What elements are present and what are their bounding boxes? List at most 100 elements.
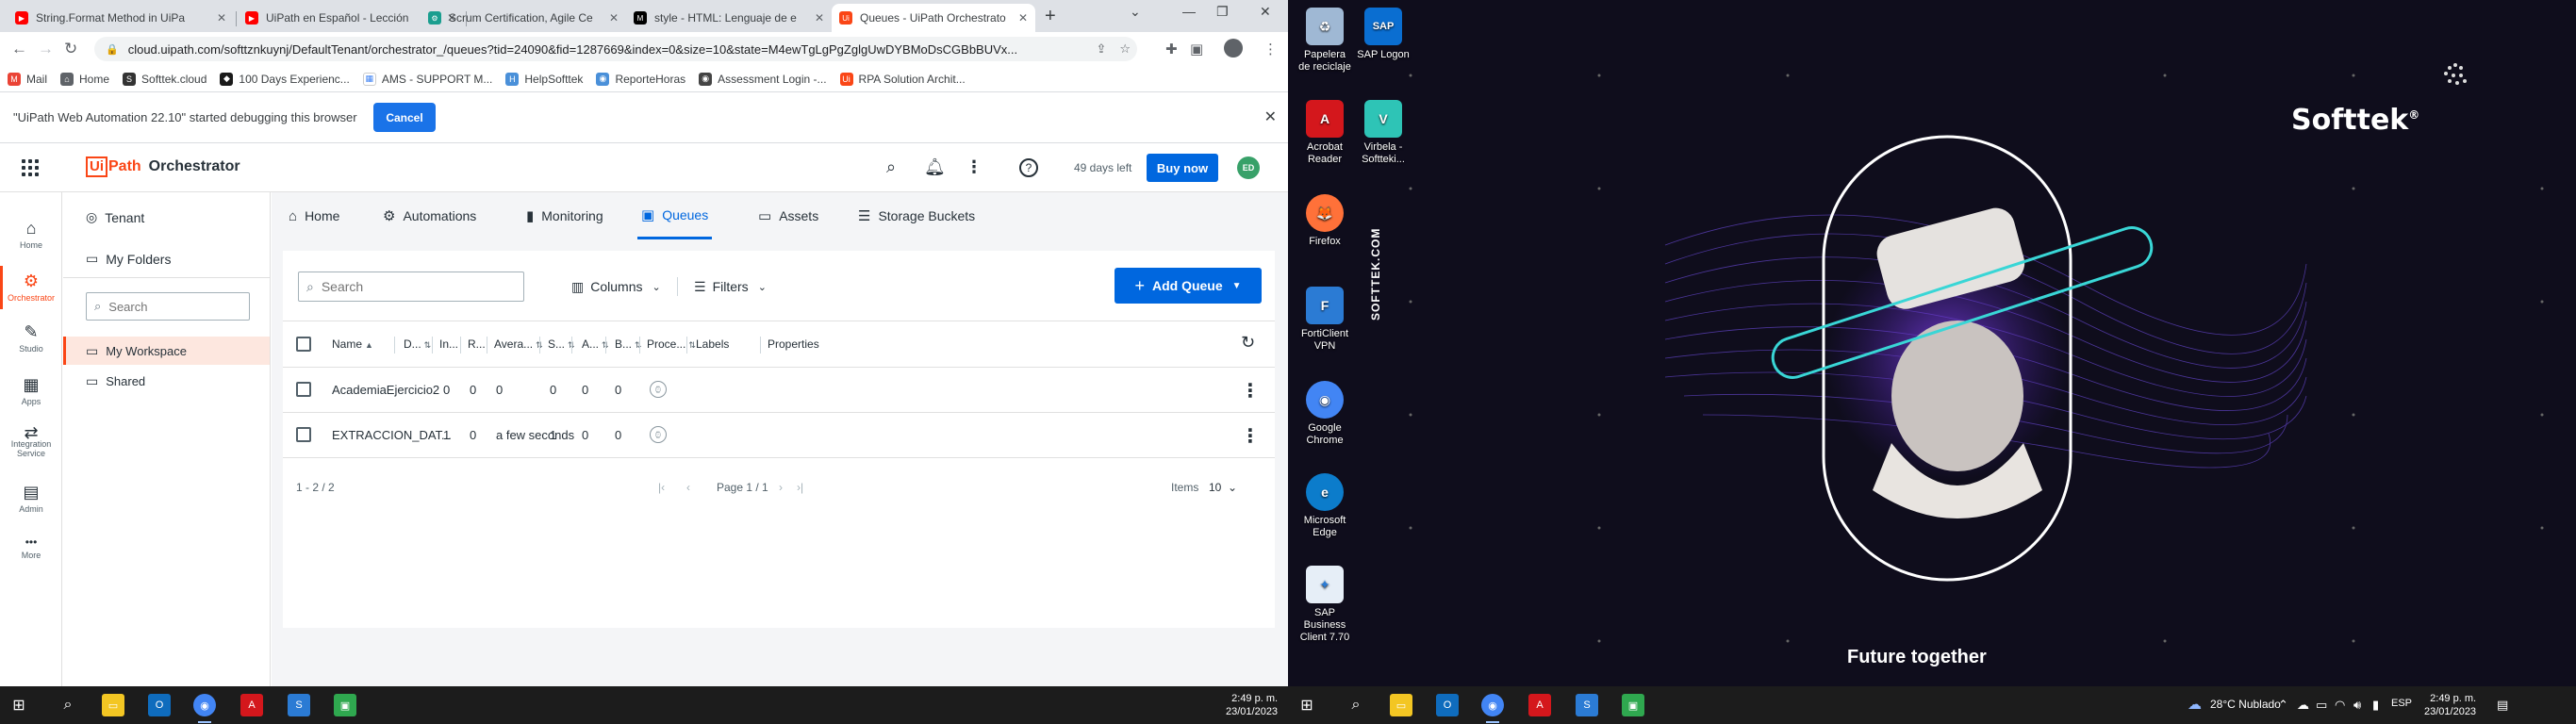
chrome-icon[interactable]: ◉ [1481,694,1504,716]
row-actions-icon[interactable]: ⋮ [1241,424,1260,448]
browser-tab-1[interactable]: ▶ String.Format Method in UiPa ✕ [8,4,234,32]
col-labels[interactable]: Labels [696,337,729,351]
table-row[interactable]: EXTRACCION_DAT... 1 0 a few seconds 1 0 … [283,413,1275,458]
tab-home[interactable]: ⌂ Home [289,192,339,239]
desktop-icon-acrobat[interactable]: A Acrobat Reader [1297,100,1352,166]
queue-name[interactable]: EXTRACCION_DAT... [332,428,452,442]
bookmark-rpa-solution[interactable]: Ui RPA Solution Archit... [839,72,966,86]
row-actions-icon[interactable]: ⋮ [1241,379,1260,403]
folder-search-box[interactable]: ⌕ [86,292,250,321]
volume-icon[interactable]: 🔊︎ [2353,698,2361,713]
reload-icon[interactable]: ↻ [64,40,77,58]
cancel-debug-button[interactable]: Cancel [373,103,436,132]
acrobat-icon[interactable]: A [240,694,263,716]
bookmark-softtek-cloud[interactable]: S Softtek.cloud [123,72,206,86]
file-explorer-icon[interactable]: ▭ [1390,694,1412,716]
browser-tab-4[interactable]: M style - HTML: Lenguaje de e ✕ [626,4,832,32]
folder-shared[interactable]: ▭ Shared [86,373,145,389]
column-resizer[interactable] [394,337,395,354]
desktop-icon-forticlient[interactable]: F FortiClient VPN [1297,287,1352,353]
col-average-time[interactable]: Avera...⇅ [494,337,543,351]
bookmark-home[interactable]: ⌂ Home [60,72,109,86]
user-avatar[interactable]: ED [1237,156,1260,179]
cloud-sync-icon[interactable]: ☁ [2297,698,2309,713]
col-processes[interactable]: Proce... ⇅ [647,337,696,351]
app-launcher-icon[interactable] [22,159,39,176]
column-resizer[interactable] [539,337,540,354]
columns-button[interactable]: ▥ Columns ⌄ [571,273,661,300]
close-infobar-icon[interactable]: ✕ [1264,107,1277,126]
uipath-assistant-icon[interactable]: ▣ [1622,694,1644,716]
tab-assets[interactable]: ▭ Assets [758,192,818,239]
rail-more[interactable]: ••• More [0,535,62,560]
clock-area[interactable]: 2:49 p. m. 23/01/2023 [1226,692,1278,718]
chrome-menu-icon[interactable]: ⋮ [1263,41,1278,58]
first-page-icon[interactable]: |‹ [658,481,665,494]
bookmark-reportehoras[interactable]: ◉ ReporteHoras [596,72,685,86]
close-window-icon[interactable]: ✕ [1260,4,1271,20]
desktop-icon-edge[interactable]: e Microsoft Edge [1297,473,1352,539]
col-remaining[interactable]: R... [468,337,486,351]
clock-area[interactable]: 2:49 p. m. 23/01/2023 [2424,692,2476,718]
desktop-icon-sap-business-client[interactable]: ✦ SAP Business Client 7.70 [1297,566,1352,644]
bookmark-assessment[interactable]: ◉ Assessment Login -... [699,72,827,86]
tab-queues[interactable]: ▣ Queues [637,192,713,239]
desktop-icon-firefox[interactable]: 🦊 Firefox [1297,194,1352,248]
tab-storage-buckets[interactable]: ☰ Storage Buckets [858,192,975,239]
side-panel-icon[interactable]: ▣ [1190,41,1203,58]
search-icon[interactable]: ⌕ [886,157,896,177]
bookmark-helpsofttek[interactable]: H HelpSofttek [505,72,583,86]
close-tab-icon[interactable]: ✕ [609,11,619,25]
chevron-up-icon[interactable]: ⌃ [2278,698,2288,713]
desktop-icon-chrome[interactable]: ◉ Google Chrome [1297,381,1352,447]
maximize-icon[interactable]: ❐ [1216,4,1229,20]
col-name[interactable]: Name ▲ [332,337,373,351]
table-row[interactable]: AcademiaEjercicio2 0 0 0 0 0 0 ⌚︎ ⋮ [283,368,1275,413]
close-tab-icon[interactable]: ✕ [815,11,824,25]
items-per-page-select[interactable]: 10 ⌄ [1209,481,1237,494]
language-indicator[interactable]: ESP [2391,698,2412,709]
tab-monitoring[interactable]: ▮ Monitoring [526,192,603,239]
battery-icon[interactable]: ▮ [2372,698,2379,713]
bookmark-100-days[interactable]: ◆ 100 Days Experienc... [220,72,350,86]
uipath-studio-icon[interactable]: S [288,694,310,716]
back-icon[interactable]: ← [11,40,27,58]
display-icon[interactable]: ▭ [2316,698,2327,713]
uipath-studio-icon[interactable]: S [1576,694,1598,716]
forward-icon[interactable]: → [38,40,54,58]
outlook-icon[interactable]: O [148,694,171,716]
bookmark-ams[interactable]: ▦ AMS - SUPPORT M... [362,72,492,86]
notifications-bell-icon[interactable]: 🔔︎ [924,157,946,177]
uipath-logo[interactable]: Ui Path Orchestrator [86,156,240,177]
column-resizer[interactable] [460,337,461,354]
column-resizer[interactable] [686,337,687,354]
file-explorer-icon[interactable]: ▭ [102,694,124,716]
rail-orchestrator[interactable]: ⚙ Orchestrator [0,272,62,303]
rail-admin[interactable]: ▤ Admin [0,483,62,514]
uipath-assistant-icon[interactable]: ▣ [334,694,356,716]
bookmark-star-icon[interactable]: ☆ [1119,41,1131,57]
tenant-item[interactable]: ◎ Tenant [86,209,144,225]
windows-start-icon[interactable]: ⊞ [1296,694,1318,716]
help-icon[interactable]: ? [1019,158,1038,177]
row-checkbox[interactable] [296,427,311,442]
refresh-icon[interactable]: ↻ [1241,333,1255,353]
bookmark-mail[interactable]: M Mail [8,72,47,86]
col-in-progress[interactable]: In... [439,337,458,351]
search-icon[interactable]: ⌕ [57,694,79,716]
more-options-icon[interactable]: ⋮ [966,157,983,177]
col-properties[interactable]: Properties [768,337,819,351]
profile-avatar[interactable] [1224,39,1243,58]
rail-home[interactable]: ⌂ Home [0,219,62,250]
select-all-checkbox[interactable] [296,337,311,352]
add-queue-button[interactable]: + Add Queue ▼ [1115,268,1262,304]
desktop-icon-recycle-bin[interactable]: ♻ Papelera de reciclaje [1297,8,1352,74]
search-icon[interactable]: ⌕ [1345,694,1367,716]
notifications-icon[interactable]: ▤ [2497,698,2508,713]
last-page-icon[interactable]: ›| [797,481,803,494]
column-resizer[interactable] [571,337,572,354]
prev-page-icon[interactable]: ‹ [686,481,690,494]
extensions-icon[interactable]: ✚ [1165,41,1178,58]
folder-search-input[interactable] [108,299,241,314]
close-tab-icon[interactable]: ✕ [1018,11,1028,25]
